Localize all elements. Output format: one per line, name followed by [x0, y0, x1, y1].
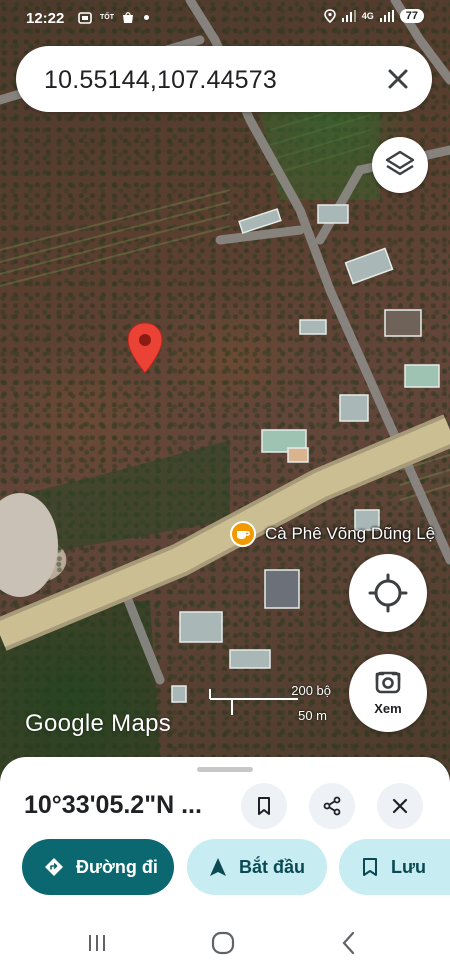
status-notification-icons: TỐT [78, 11, 149, 24]
bookmark-icon [363, 858, 377, 876]
status-bar: 12:22 TỐT 4G 77 [0, 0, 450, 38]
notification-dot-icon [144, 15, 149, 20]
close-sheet-button[interactable] [377, 783, 423, 829]
close-icon[interactable] [382, 63, 414, 95]
directions-label: Đường đi [76, 856, 158, 877]
directions-icon [45, 858, 63, 876]
coordinates-title: 10°33'05.2"N ... [24, 791, 202, 819]
shopee-icon [123, 12, 133, 23]
back-icon[interactable] [334, 928, 364, 958]
search-bar[interactable]: 10.55144,107.44573 [16, 46, 432, 112]
screenshot-icon [78, 11, 92, 24]
recent-apps-icon[interactable] [82, 928, 112, 958]
drag-handle[interactable] [197, 767, 253, 772]
signal-icon [341, 10, 356, 22]
search-input[interactable]: 10.55144,107.44573 [44, 66, 277, 95]
directions-button[interactable]: Đường đi [22, 839, 174, 895]
camera-lens-icon [375, 671, 401, 694]
signal-icon-2 [379, 10, 394, 22]
poi-label: Cà Phê Võng Dũng Lệ [265, 524, 436, 543]
my-location-button[interactable] [349, 554, 427, 632]
scale-imperial: 200 bộ [291, 683, 331, 698]
save-label: Lưu [391, 856, 427, 877]
home-icon[interactable] [208, 928, 238, 958]
coffee-icon [230, 521, 256, 547]
share-button[interactable] [309, 783, 355, 829]
poi-marker[interactable]: Cà Phê Võng Dũng Lệ [230, 521, 435, 547]
layers-icon [385, 150, 415, 176]
navigation-arrow-icon [210, 858, 226, 876]
google-maps-logo: Google Maps [25, 710, 172, 737]
crosshair-icon [368, 573, 408, 613]
tot-badge: TỐT [100, 14, 114, 21]
battery-indicator: 77 [399, 9, 424, 23]
start-button[interactable]: Bắt đầu [187, 839, 327, 895]
bookmark-icon [258, 797, 270, 815]
location-icon [323, 9, 336, 23]
lens-button[interactable]: Xem [349, 654, 427, 732]
lens-label: Xem [374, 701, 402, 716]
share-icon [323, 796, 341, 816]
save-button[interactable]: Lưu [339, 839, 450, 895]
scale-metric: 50 m [298, 708, 327, 723]
status-time: 12:22 [26, 10, 65, 27]
bookmark-button[interactable] [241, 783, 287, 829]
layers-button[interactable] [372, 137, 428, 193]
system-nav-bar [0, 918, 450, 975]
status-system-icons: 4G 77 [323, 9, 424, 23]
network-type: 4G [361, 11, 374, 21]
start-label: Bắt đầu [239, 856, 306, 877]
close-icon [392, 798, 408, 814]
location-pin-icon[interactable] [126, 322, 164, 374]
map-scale: 200 bộ 50 m [208, 683, 333, 723]
